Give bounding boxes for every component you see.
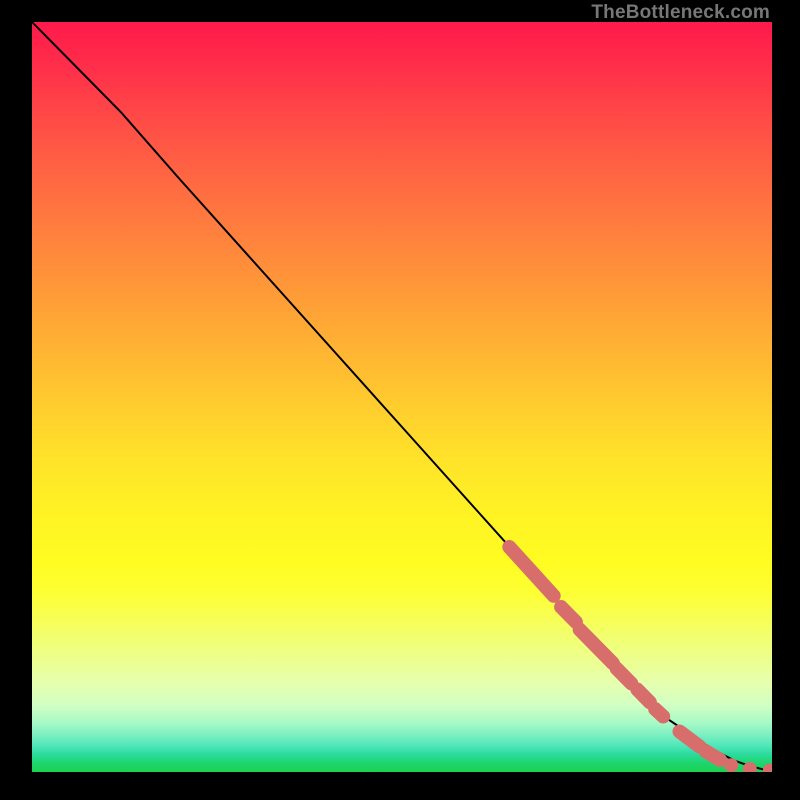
highlight-segment: [637, 690, 650, 703]
highlight-segments: [509, 547, 720, 760]
highlight-segment: [655, 709, 663, 717]
highlight-dots: [724, 758, 772, 772]
highlight-segment: [680, 732, 700, 747]
highlight-segment: [705, 751, 720, 760]
highlight-segment: [617, 669, 632, 684]
curve-svg: [32, 22, 772, 772]
chart-frame: TheBottleneck.com: [0, 0, 800, 800]
highlight-dot: [763, 764, 772, 773]
highlight-segment: [509, 547, 553, 596]
main-curve: [32, 22, 772, 771]
highlight-dot: [724, 758, 738, 772]
highlight-segment: [580, 630, 613, 664]
plot-area: [32, 22, 772, 772]
watermark-text: TheBottleneck.com: [591, 2, 770, 24]
highlight-segment: [561, 607, 576, 622]
